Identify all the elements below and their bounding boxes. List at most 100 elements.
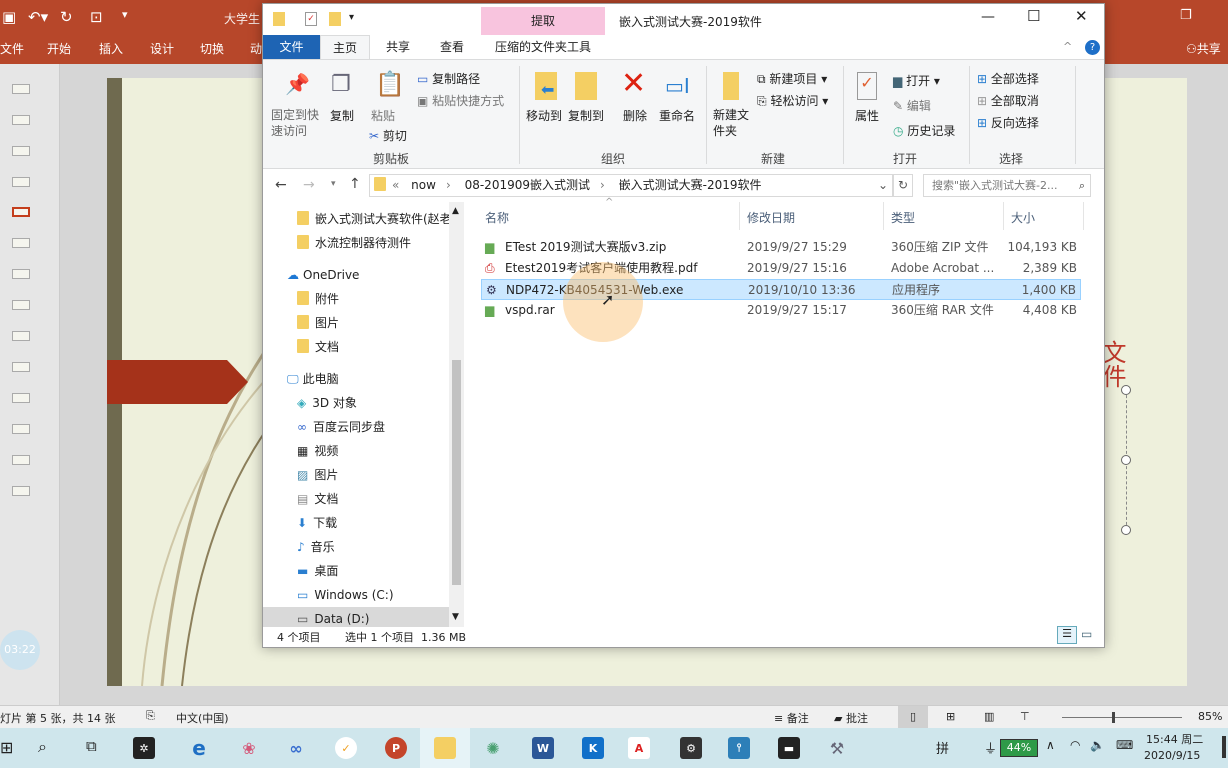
ppt-tab-design[interactable]: 设计 — [150, 40, 174, 57]
slide-thumbnail[interactable] — [12, 238, 30, 248]
new-folder-qa-icon[interactable] — [329, 12, 341, 26]
nav-item-onedrive[interactable]: ☁ OneDrive — [263, 263, 449, 287]
language-status[interactable]: 中文(中国) — [176, 710, 229, 726]
slide-thumbnail[interactable] — [12, 177, 30, 187]
file-row[interactable]: ⎙ Etest2019考试客户端使用教程.pdf 2019/9/27 15:16… — [481, 258, 1081, 279]
task-view-icon[interactable]: ⧉ — [86, 737, 97, 755]
new-item-button[interactable]: ⧉ 新建项目 ▾ — [757, 70, 827, 87]
tray-expand-icon[interactable]: ∧ — [1046, 738, 1055, 752]
slideshow-view-icon[interactable]: ⊤ — [1020, 710, 1030, 723]
breadcrumb-item[interactable]: 08-201909嵌入式测试 — [465, 178, 590, 192]
file-explorer-icon[interactable] — [434, 737, 456, 759]
slide-thumbnail[interactable] — [12, 269, 30, 279]
resize-handle[interactable] — [1121, 455, 1131, 465]
copy-button[interactable]: 复制 — [330, 107, 354, 124]
back-button[interactable]: ← — [275, 177, 287, 193]
redo-icon[interactable]: ↻ — [60, 8, 73, 26]
file-row[interactable]: ▆ vspd.rar 2019/9/27 15:17 360压缩 RAR 文件 … — [481, 300, 1081, 321]
nav-item[interactable]: ▦ 视频 — [263, 439, 449, 463]
paste-button[interactable]: 粘贴 — [371, 107, 395, 124]
ppt-tab-insert[interactable]: 插入 — [99, 40, 123, 57]
up-button[interactable]: ↑ — [349, 176, 361, 192]
file-row[interactable]: ▆ ETest 2019测试大赛版v3.zip 2019/9/27 15:29 … — [481, 237, 1081, 258]
network-tool-icon[interactable]: ⚒ — [826, 737, 848, 759]
nav-item[interactable]: ◈ 3D 对象 — [263, 391, 449, 415]
slide-thumbnail[interactable] — [12, 300, 30, 310]
nav-item[interactable]: 图片 — [263, 311, 449, 335]
nav-item[interactable]: ⬇ 下载 — [263, 511, 449, 535]
nav-item[interactable]: 文档 — [263, 335, 449, 359]
rename-button[interactable]: 重命名 — [659, 107, 695, 124]
nav-item[interactable]: 嵌入式测试大赛软件(赵老 — [263, 207, 449, 231]
nav-scrollbar[interactable]: ▲ ▼ — [449, 202, 464, 627]
pin-quick-access-button[interactable]: 固定到快速访问 — [271, 107, 321, 139]
show-desktop-button[interactable] — [1222, 736, 1226, 758]
app-k-icon[interactable]: K — [582, 737, 604, 759]
nav-item[interactable]: 水流控制器待测件 — [263, 231, 449, 255]
zoom-slider[interactable] — [1062, 717, 1182, 718]
normal-view-icon[interactable]: ▯ — [898, 706, 928, 728]
nav-item[interactable]: ▬ 桌面 — [263, 559, 449, 583]
scrollbar-thumb[interactable] — [452, 360, 461, 585]
slide-thumbnail[interactable] — [12, 424, 30, 434]
breadcrumb-item[interactable]: 嵌入式测试大赛-2019软件 — [619, 178, 762, 192]
scroll-up-icon[interactable]: ▲ — [452, 206, 459, 216]
nav-item[interactable]: 附件 — [263, 287, 449, 311]
undo-icon[interactable]: ↶▾ — [28, 8, 48, 26]
nav-item-this-pc[interactable]: 🖵 此电脑 — [263, 367, 449, 391]
ppt-share-button[interactable]: ⚇共享 — [1186, 40, 1221, 57]
app-tower-icon[interactable]: ⫯ — [728, 737, 750, 759]
app-fan-icon[interactable]: ✲ — [133, 737, 155, 759]
start-icon[interactable]: ⊞ — [0, 738, 13, 757]
close-button[interactable]: ✕ — [1075, 7, 1088, 25]
column-header-name[interactable]: 名称 — [485, 209, 509, 226]
reading-view-icon[interactable]: ▥ — [984, 710, 994, 723]
slide-thumbnail-selected[interactable] — [12, 207, 30, 217]
history-button[interactable]: ◷ 历史记录 — [893, 122, 955, 139]
ime-mode-icon[interactable]: ⌨ — [1116, 738, 1133, 752]
edge-icon[interactable]: e — [188, 736, 210, 760]
qa-customize-icon[interactable]: ▾ — [349, 12, 354, 23]
terminal-icon[interactable]: ▬ — [778, 737, 800, 759]
nav-item[interactable]: ▭ Windows (C:) — [263, 583, 449, 607]
copy-path-button[interactable]: ▭ 复制路径 — [417, 70, 480, 87]
ppt-tab-home[interactable]: 开始 — [47, 40, 71, 57]
help-icon[interactable]: ? — [1085, 40, 1100, 55]
tab-share[interactable]: 共享 — [373, 35, 423, 59]
scroll-down-icon[interactable]: ▼ — [452, 612, 459, 622]
refresh-button[interactable]: ↻ — [893, 174, 913, 197]
large-icons-view-button[interactable]: ▭ — [1081, 627, 1092, 641]
tab-file[interactable]: 文件 — [263, 35, 320, 59]
baidu-netdisk-icon[interactable]: ∞ — [285, 737, 307, 759]
breadcrumb-item[interactable]: now — [411, 178, 436, 192]
minimize-button[interactable]: — — [981, 9, 995, 25]
easy-access-button[interactable]: ⎘ 轻松访问 ▾ — [757, 92, 828, 109]
tab-home[interactable]: 主页 — [320, 35, 370, 60]
slide-thumbnail[interactable] — [12, 115, 30, 125]
address-bar[interactable]: « now › 08-201909嵌入式测试 › 嵌入式测试大赛-2019软件 ⌄ — [369, 174, 893, 197]
resize-handle[interactable] — [1121, 525, 1131, 535]
resize-handle[interactable] — [1121, 385, 1131, 395]
column-header-size[interactable]: 大小 — [1011, 209, 1035, 226]
collapse-ribbon-icon[interactable]: ^ — [1063, 40, 1072, 53]
file-row-selected[interactable]: ⚙ NDP472-KB4054531-Web.exe 2019/10/10 13… — [481, 279, 1081, 300]
column-header-date[interactable]: 修改日期 — [747, 209, 795, 226]
clock-time[interactable]: 15:44 周二 — [1146, 731, 1203, 747]
spellcheck-icon[interactable]: ⎘ — [146, 709, 155, 723]
edit-button[interactable]: ✎ 编辑 — [893, 97, 931, 114]
properties-qa-icon[interactable]: ✓ — [305, 12, 317, 26]
delete-button[interactable]: 删除 — [623, 107, 647, 124]
slide-thumbnail[interactable] — [12, 362, 30, 372]
tab-compressed-tools[interactable]: 压缩的文件夹工具 — [481, 35, 605, 59]
new-folder-button[interactable]: 新建文件夹 — [713, 107, 751, 139]
zoom-level[interactable]: 85% — [1198, 710, 1222, 723]
server-app-icon[interactable]: ⚙ — [680, 737, 702, 759]
nav-item[interactable]: ∞ 百度云同步盘 — [263, 415, 449, 439]
paste-shortcut-button[interactable]: ▣ 粘贴快捷方式 — [417, 92, 504, 109]
wifi-icon[interactable]: ◠ — [1070, 738, 1080, 752]
column-header-type[interactable]: 类型 — [891, 209, 915, 226]
slide-thumbnail[interactable] — [12, 84, 30, 94]
slideshow-icon[interactable]: ⊡ — [90, 8, 103, 26]
address-dropdown-icon[interactable]: ⌄ — [878, 175, 888, 196]
slide-thumbnail[interactable] — [12, 455, 30, 465]
